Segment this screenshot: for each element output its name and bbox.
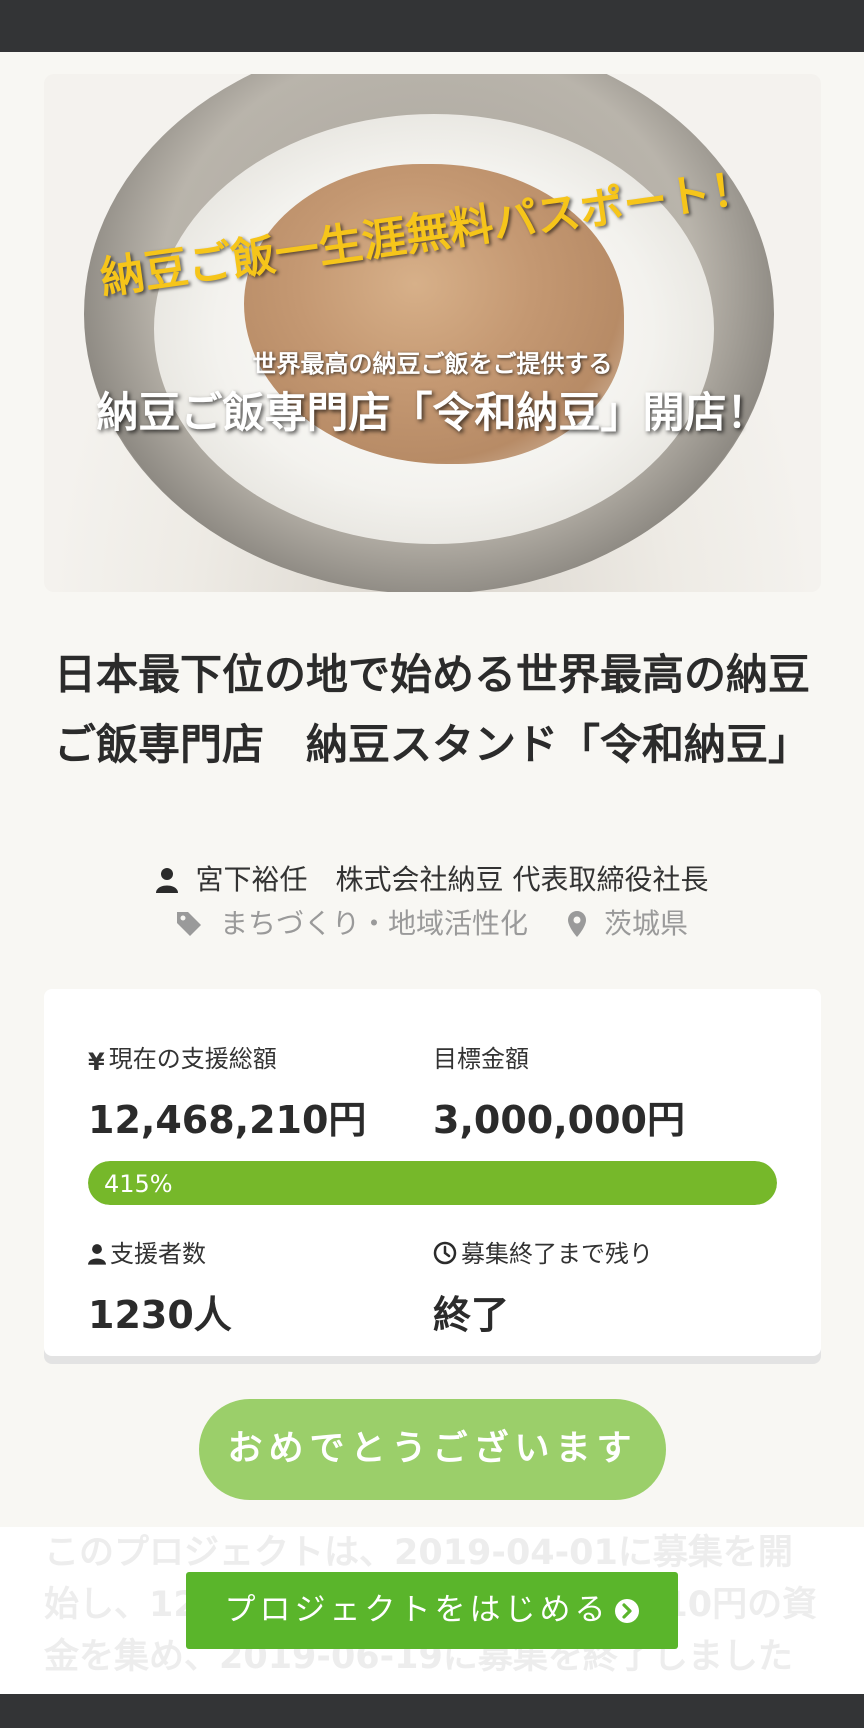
funding-progress-bar: 415% [88, 1161, 777, 1205]
remaining-value: 終了 [433, 1293, 510, 1337]
current-amount-value: 12,468,210円 [88, 1098, 367, 1142]
location-link[interactable]: 茨城県 [604, 907, 688, 940]
current-amount-label: ¥ 現在の支援総額 [88, 1045, 277, 1076]
progress-percent: 415% [104, 1170, 173, 1198]
congratulations-button[interactable]: おめでとうございます [199, 1399, 666, 1500]
hero-main-text: 納豆ご飯専門店「令和納豆」開店！ [96, 388, 769, 437]
location-pin-icon [568, 911, 586, 944]
project-owner: 宮下裕任 株式会社納豆 代表取締役社長 [0, 858, 864, 900]
owner-name[interactable]: 宮下裕任 株式会社納豆 代表取締役社長 [196, 863, 709, 896]
category-link[interactable]: まちづくり・地域活性化 [220, 907, 528, 940]
remaining-label: 募集終了まで残り [433, 1234, 653, 1271]
start-project-button[interactable]: プロジェクトをはじめる [186, 1572, 678, 1649]
funding-stats-card: ¥ 現在の支援総額 12,468,210円 目標金額 3,000,000円 415… [44, 989, 821, 1356]
goal-amount-label: 目標金額 [433, 1045, 529, 1073]
user-icon [155, 867, 178, 900]
supporters-value: 1230人 [88, 1293, 232, 1337]
start-project-label: プロジェクトをはじめる [224, 1592, 610, 1628]
bottom-bar [0, 1694, 864, 1728]
chevron-right-circle-icon [614, 1576, 640, 1653]
project-hero-image: 納豆ご飯一生涯無料パスポート！ 世界最高の納豆ご飯をご提供する 納豆ご飯専門店「… [44, 74, 821, 592]
goal-amount-value: 3,000,000円 [433, 1098, 685, 1142]
supporters-label: 支援者数 [88, 1234, 206, 1271]
top-header-bar [0, 0, 864, 52]
user-icon [88, 1243, 106, 1271]
project-meta: まちづくり・地域活性化 茨城県 [0, 902, 864, 944]
clock-icon [433, 1241, 457, 1271]
yen-icon: ¥ [88, 1048, 105, 1076]
tag-icon [176, 911, 202, 944]
project-title: 日本最下位の地で始める世界最高の納豆ご飯専門店 納豆スタンド「令和納豆」 [53, 650, 810, 769]
progress-fill [88, 1161, 777, 1205]
hero-subtitle: 世界最高の納豆ご飯をご提供する [252, 350, 613, 378]
